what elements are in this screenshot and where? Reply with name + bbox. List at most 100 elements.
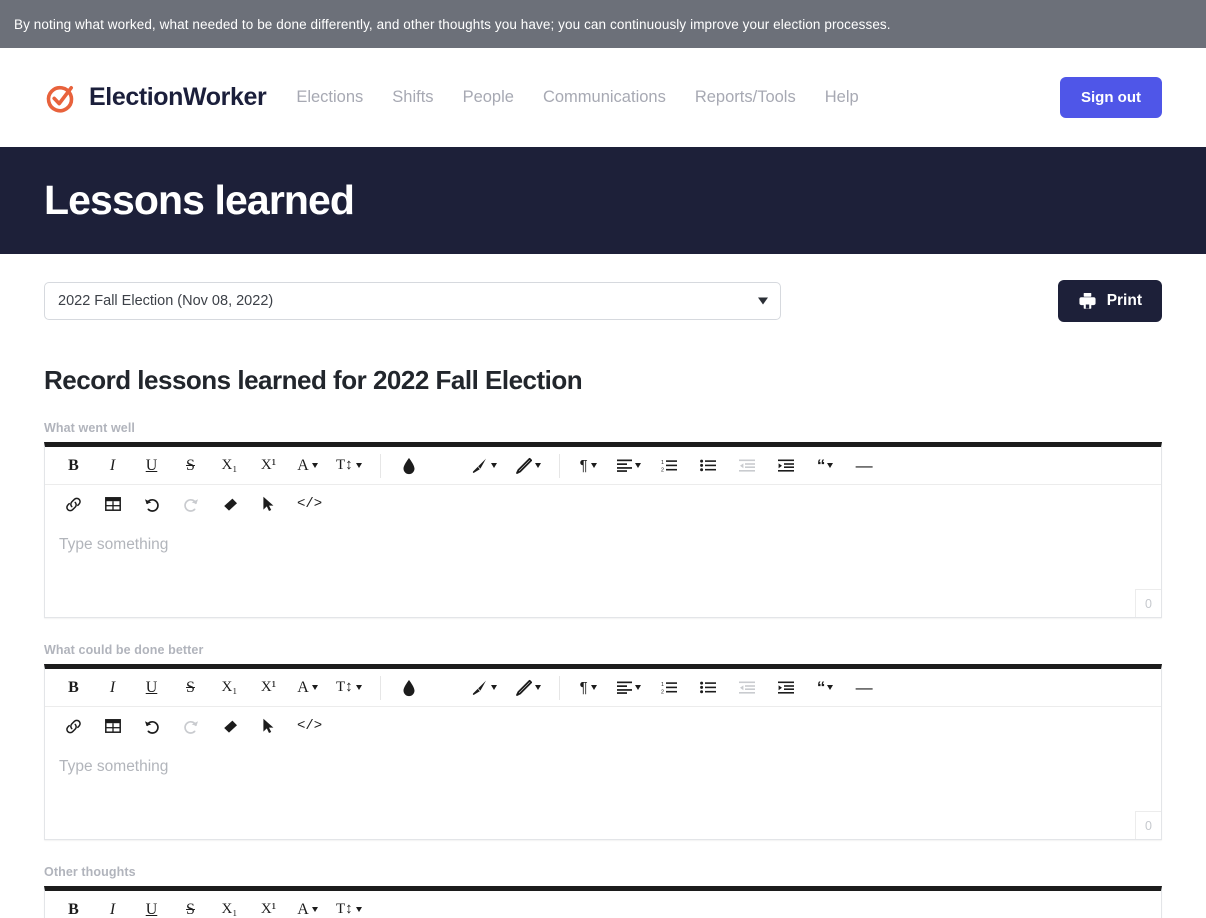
- bullet-list-button[interactable]: [694, 451, 723, 480]
- clear-formatting-button[interactable]: [215, 712, 244, 741]
- underline-button[interactable]: U: [137, 673, 166, 702]
- code-view-button[interactable]: </>: [293, 712, 326, 741]
- font-size-button[interactable]: T↕: [332, 451, 366, 480]
- superscript-icon: X¹: [260, 457, 277, 473]
- bold-button[interactable]: B: [59, 673, 88, 702]
- print-button[interactable]: Print: [1057, 280, 1162, 322]
- chevron-down-icon: [590, 685, 597, 690]
- insert-link-button[interactable]: [59, 712, 88, 741]
- highlight-color-button[interactable]: [395, 451, 424, 480]
- redo-button[interactable]: [176, 712, 205, 741]
- marker-pen-button[interactable]: [511, 451, 545, 480]
- select-tool-button[interactable]: [254, 712, 283, 741]
- unordered-list-icon: [700, 459, 717, 472]
- outdent-button[interactable]: [733, 451, 762, 480]
- text-color-button[interactable]: A: [293, 673, 322, 702]
- underline-button[interactable]: U: [137, 895, 166, 918]
- redo-button[interactable]: [176, 490, 205, 519]
- select-tool-button[interactable]: [254, 490, 283, 519]
- election-select[interactable]: 2022 Fall Election (Nov 08, 2022): [44, 282, 781, 320]
- pen-icon: [515, 457, 532, 474]
- code-view-button[interactable]: </>: [293, 490, 326, 519]
- nav-item-help[interactable]: Help: [825, 88, 859, 107]
- chevron-down-icon: [534, 685, 541, 690]
- outdent-button[interactable]: [733, 673, 762, 702]
- text-color-button[interactable]: A: [293, 451, 322, 480]
- bold-button[interactable]: B: [59, 895, 88, 918]
- italic-button[interactable]: I: [98, 451, 127, 480]
- insert-table-button[interactable]: [98, 490, 127, 519]
- section-heading: Record lessons learned for 2022 Fall Ele…: [44, 365, 583, 395]
- paragraph-format-button[interactable]: ¶: [574, 451, 603, 480]
- horizontal-rule-button[interactable]: —: [850, 673, 879, 702]
- subscript-button[interactable]: X₁: [215, 673, 244, 702]
- superscript-button[interactable]: X¹: [254, 451, 283, 480]
- font-size-button[interactable]: T↕: [332, 895, 366, 918]
- highlight-color-button[interactable]: [395, 673, 424, 702]
- toolbar-separator: [379, 453, 381, 478]
- italic-button[interactable]: I: [98, 895, 127, 918]
- indent-button[interactable]: [772, 451, 801, 480]
- nav-item-shifts[interactable]: Shifts: [392, 88, 433, 107]
- insert-table-button[interactable]: [98, 712, 127, 741]
- bold-button[interactable]: B: [59, 451, 88, 480]
- align-button[interactable]: [613, 451, 645, 480]
- page-title: Lessons learned: [44, 177, 355, 223]
- strikethrough-button[interactable]: S: [176, 895, 205, 918]
- strikethrough-button[interactable]: S: [176, 451, 205, 480]
- italic-icon: I: [109, 456, 116, 474]
- horizontal-rule-button[interactable]: —: [850, 451, 879, 480]
- eraser-icon: [223, 498, 237, 511]
- blockquote-button[interactable]: “: [811, 451, 840, 480]
- nav-item-reports-tools[interactable]: Reports/Tools: [695, 88, 796, 107]
- numbered-list-button[interactable]: 12: [655, 451, 684, 480]
- italic-button[interactable]: I: [98, 673, 127, 702]
- editor-body-what-went-well[interactable]: Type something 0: [45, 523, 1161, 617]
- superscript-button[interactable]: X¹: [254, 895, 283, 918]
- strikethrough-button[interactable]: S: [176, 673, 205, 702]
- nav-item-communications[interactable]: Communications: [543, 88, 666, 107]
- chevron-down-icon: [355, 463, 362, 468]
- clear-formatting-button[interactable]: [215, 490, 244, 519]
- subscript-button[interactable]: X₁: [215, 451, 244, 480]
- brush-icon: [472, 458, 486, 473]
- undo-icon: [144, 720, 159, 734]
- bold-icon: B: [68, 678, 79, 696]
- indent-button[interactable]: [772, 673, 801, 702]
- paragraph-format-button[interactable]: ¶: [574, 673, 603, 702]
- underline-icon: U: [145, 900, 158, 918]
- sign-out-button[interactable]: Sign out: [1060, 77, 1162, 118]
- undo-button[interactable]: [137, 490, 166, 519]
- underline-button[interactable]: U: [137, 451, 166, 480]
- chevron-down-icon: [355, 907, 362, 912]
- outdent-icon: [739, 459, 756, 472]
- brush-button[interactable]: [467, 673, 501, 702]
- numbered-list-button[interactable]: 12: [655, 673, 684, 702]
- text-color-button[interactable]: A: [293, 895, 322, 918]
- blockquote-button[interactable]: “: [811, 673, 840, 702]
- superscript-button[interactable]: X¹: [254, 673, 283, 702]
- brush-icon: [472, 680, 486, 695]
- bullet-list-button[interactable]: [694, 673, 723, 702]
- undo-button[interactable]: [137, 712, 166, 741]
- chevron-down-icon: [634, 463, 641, 468]
- subscript-button[interactable]: X₁: [215, 895, 244, 918]
- superscript-icon: X¹: [260, 901, 277, 917]
- redo-icon: [183, 498, 198, 512]
- brand-logo[interactable]: ElectionWorker: [44, 81, 267, 115]
- print-button-label: Print: [1106, 292, 1142, 309]
- nav-item-people[interactable]: People: [463, 88, 514, 107]
- underline-icon: U: [145, 678, 158, 696]
- editor-body-what-could-be-done-better[interactable]: Type something 0: [45, 745, 1161, 839]
- font-size-button[interactable]: T↕: [332, 673, 366, 702]
- nav-item-elections[interactable]: Elections: [296, 88, 363, 107]
- unordered-list-icon: [700, 681, 717, 694]
- marker-pen-button[interactable]: [511, 673, 545, 702]
- editor-placeholder: Type something: [59, 536, 169, 553]
- quote-icon: “: [816, 455, 825, 475]
- insert-link-button[interactable]: [59, 490, 88, 519]
- align-button[interactable]: [613, 673, 645, 702]
- cursor-icon: [263, 496, 274, 511]
- brush-button[interactable]: [467, 451, 501, 480]
- editor-toolbar-row-1: B I U S X₁ X¹ A T↕ ¶ 1 2 “ —: [45, 447, 1161, 485]
